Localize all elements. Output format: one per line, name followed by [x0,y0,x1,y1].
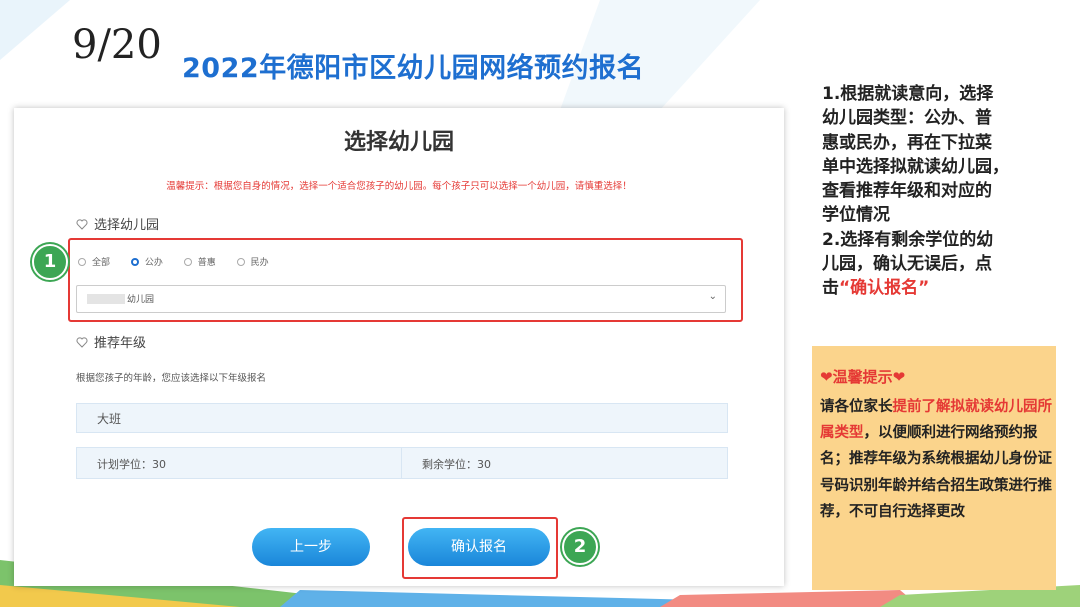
radio-public[interactable]: 公办 [130,255,163,268]
slide-title: 2022年德阳市区幼儿园网络预约报名 [182,53,645,84]
form-screenshot: 选择幼儿园 温馨提示：根据您自身的情况，选择一个适合您孩子的幼儿园。每个孩子只可… [14,108,784,586]
heart-outline-icon [76,337,88,348]
instruction-line: 学位情况 [822,205,890,226]
section-select-kindergarten-label: 选择幼儿园 [94,218,160,233]
radio-circle [183,257,192,266]
grade-description: 根据您孩子的年龄，您应该选择以下年级报名 [76,373,267,384]
grade-row: 大班 [76,403,728,433]
warm-tip-text: 请各位家长 [820,399,893,415]
grade-value: 大班 [97,412,122,426]
radio-circle [78,257,86,266]
confirm-highlight-box [402,517,558,579]
radio-all-label: 全部 [92,258,111,268]
form-tip: 温馨提示：根据您自身的情况，选择一个适合您孩子的幼儿园。每个孩子只可以选择一个幼… [166,181,632,192]
section-recommended-grade-label: 推荐年级 [94,336,147,351]
instruction-line: 儿园，确认无误后，点 [822,254,992,275]
radio-all[interactable]: 全部 [78,255,110,268]
page-number: 9/20 [72,22,162,68]
planned-seats: 计划学位：30 [97,458,166,471]
radio-circle-checked [130,257,139,266]
section-select-kindergarten: 选择幼儿园 [76,214,159,233]
kindergarten-select-value: 幼儿园 [127,295,155,305]
step-1-badge: 1 [32,244,68,280]
instruction-line: 击“确认报名” [822,276,1062,300]
heart-outline-icon [76,219,88,230]
blurred-name [87,294,125,304]
chevron-down-icon: ⌄ [708,291,717,302]
radio-private-label: 民办 [250,258,269,268]
seats-row: 计划学位：30 剩余学位：30 [76,447,728,479]
instruction-line: 幼儿园类型：公办、普 [822,108,992,129]
warm-tip-box: ❤温馨提示❤ 请各位家长提前了解拟就读幼儿园所属类型，以便顺利进行网络预约报名；… [812,346,1056,590]
instruction-line: 2.选择有剩余学位的幼 [822,229,994,250]
instruction-line: 单中选择拟就读幼儿园， [822,156,1009,177]
radio-private[interactable]: 民办 [236,255,269,268]
remaining-seats-cell: 剩余学位：30 [402,448,726,478]
instructions-text: 1.根据就读意向，选择 幼儿园类型：公办、普 惠或民办，再在下拉菜 单中选择拟就… [822,82,1062,301]
instruction-prefix: 击 [822,278,839,299]
step-2-badge: 2 [562,529,598,565]
kindergarten-select[interactable]: 幼儿园 ⌄ [76,285,726,313]
planned-seats-cell: 计划学位：30 [77,448,402,478]
instruction-line: 惠或民办，再在下拉菜 [822,132,992,153]
radio-inclusive[interactable]: 普惠 [183,255,216,268]
radio-inclusive-label: 普惠 [197,258,216,268]
kindergarten-type-radios: 全部 公办 普惠 民办 [78,255,287,269]
instruction-line: 1.根据就读意向，选择 [822,84,994,104]
instruction-line: 查看推荐年级和对应的 [822,181,992,202]
radio-circle [236,257,245,266]
warm-tip-title: ❤温馨提示❤ [820,368,906,386]
warm-tip-body: 请各位家长提前了解拟就读幼儿园所属类型，以便顺利进行网络预约报名；推荐年级为系统… [820,394,1052,525]
form-heading: 选择幼儿园 [343,130,454,155]
section-recommended-grade: 推荐年级 [76,332,146,351]
remaining-seats: 剩余学位：30 [422,458,491,471]
radio-public-label: 公办 [144,258,163,268]
instruction-emphasis: “确认报名” [839,278,930,299]
prev-step-button[interactable]: 上一步 [252,528,370,566]
